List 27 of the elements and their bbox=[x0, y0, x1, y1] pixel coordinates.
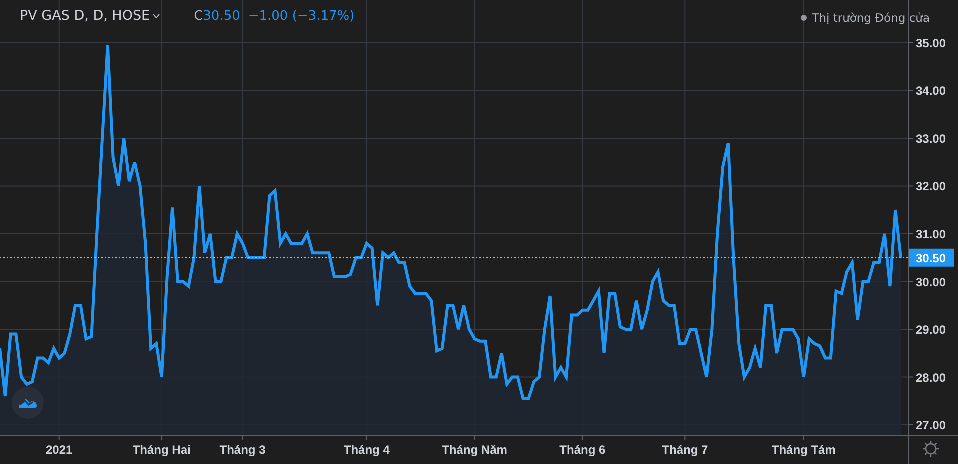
caret-icon[interactable] bbox=[153, 14, 160, 18]
axis-label: 30.00 bbox=[916, 275, 946, 290]
axis-label: Tháng 7 bbox=[662, 443, 708, 457]
symbol-title[interactable]: PV GAS D, D, HOSE bbox=[20, 8, 150, 24]
axis-label: 31.00 bbox=[916, 228, 946, 242]
axis-label: Tháng 3 bbox=[220, 443, 266, 457]
cloud-chart-icon bbox=[18, 397, 38, 409]
axis-label: Tháng Tám bbox=[772, 443, 836, 457]
axis-label: 27.00 bbox=[916, 418, 946, 433]
last-price-tag: 30.50 bbox=[909, 248, 954, 267]
ref-line-label: 30.50 bbox=[916, 251, 946, 266]
close-value: 30.50 bbox=[203, 8, 240, 24]
axis-label: 29.00 bbox=[916, 323, 946, 337]
axis-label: 34.00 bbox=[916, 84, 946, 98]
axis-label: 35.00 bbox=[916, 36, 946, 50]
settings-icon[interactable] bbox=[922, 440, 940, 458]
close-label: C bbox=[194, 8, 204, 24]
axis-label: Tháng 6 bbox=[560, 443, 606, 457]
axis-label: Tháng Hai bbox=[132, 443, 191, 457]
axis-label: Tháng Năm bbox=[442, 443, 508, 457]
price-change: −1.00 (−3.17%) bbox=[248, 8, 355, 24]
axis-label: 2021 bbox=[46, 443, 73, 457]
axis-label: 33.00 bbox=[916, 132, 946, 146]
axis-label: Tháng 4 bbox=[344, 443, 390, 457]
axis-label: 32.00 bbox=[916, 180, 946, 194]
market-status: Thị trường Đóng cửa bbox=[812, 11, 930, 25]
axis-label: 28.00 bbox=[916, 370, 946, 385]
